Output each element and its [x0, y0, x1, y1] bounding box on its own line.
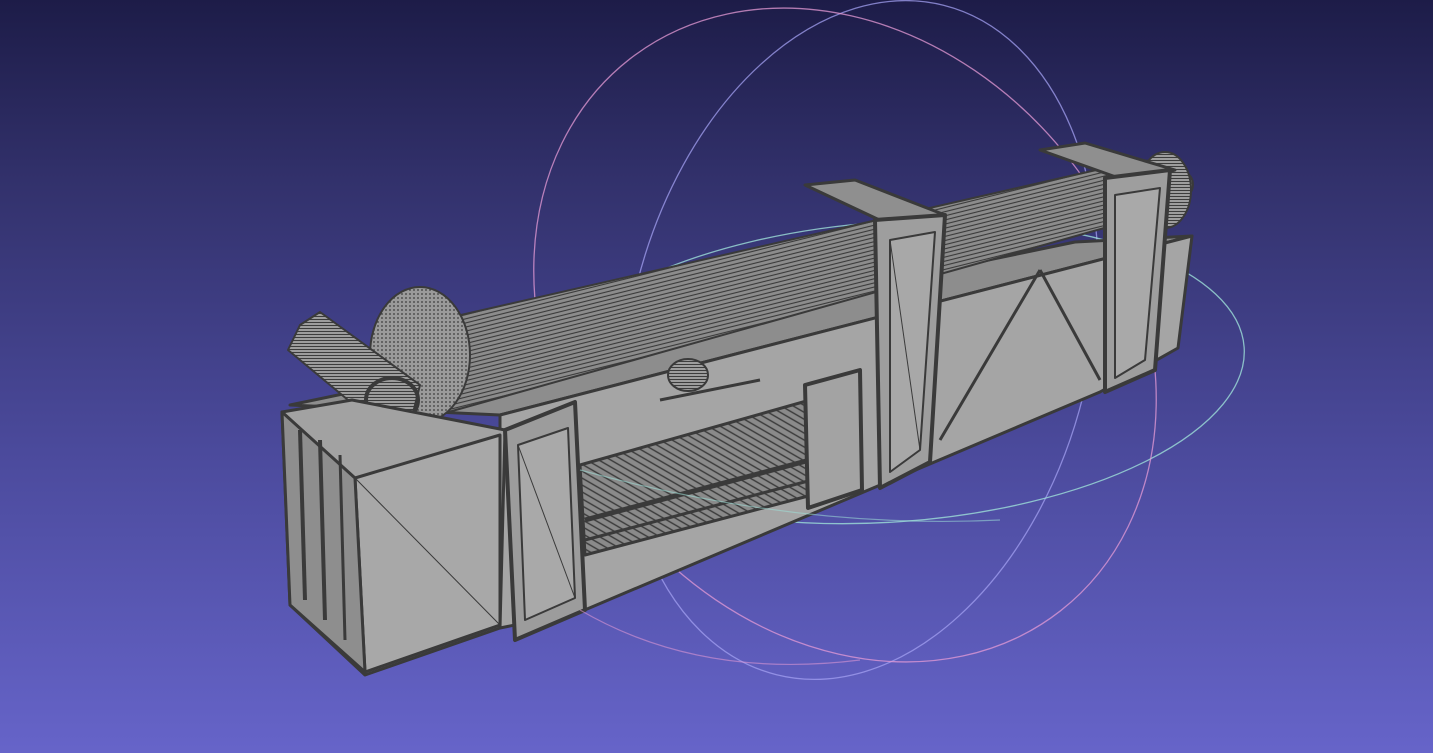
3d-viewport[interactable] [0, 0, 1433, 753]
pillar-middle [803, 368, 864, 510]
mesh-scene[interactable] [0, 0, 1433, 753]
top-nozzle [667, 358, 709, 392]
mesh-model[interactable] [280, 141, 1194, 677]
